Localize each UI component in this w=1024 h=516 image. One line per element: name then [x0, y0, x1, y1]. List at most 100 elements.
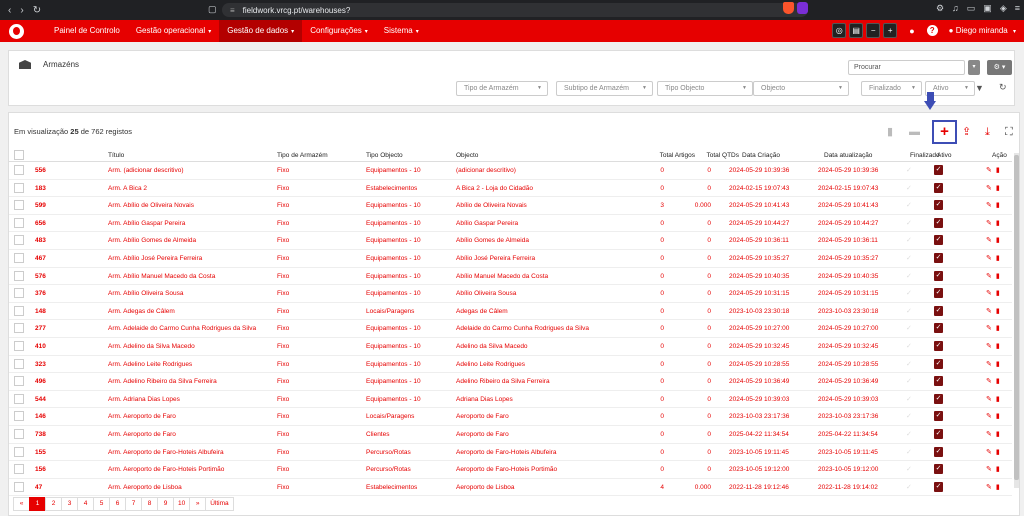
- delete-icon[interactable]: ▮: [996, 483, 1000, 491]
- row-id[interactable]: 146: [35, 413, 46, 420]
- table-row[interactable]: 576 Arm. Abílio Manuel Macedo da Costa Fix…: [9, 268, 1012, 286]
- filter-select-0[interactable]: Tipo de Armazém ▼: [456, 81, 548, 96]
- sidebar-icon[interactable]: ▭: [967, 3, 976, 14]
- row-title[interactable]: Arm. Abílio Oliveira Sousa: [108, 290, 184, 297]
- row-title[interactable]: Arm. Abílio Gaspar Pereira: [108, 220, 185, 227]
- row-checkbox[interactable]: [14, 165, 24, 175]
- row-id[interactable]: 483: [35, 237, 46, 244]
- row-id[interactable]: 738: [35, 431, 46, 438]
- table-row[interactable]: 47 Arm. Aeroporto de Lisboa Fixo Estabeleci…: [9, 479, 1012, 497]
- edit-icon[interactable]: ✎: [986, 201, 992, 209]
- menu-item-4[interactable]: Sistema ▾: [376, 20, 427, 42]
- row-checkbox[interactable]: [14, 288, 24, 299]
- edit-icon[interactable]: ✎: [986, 254, 992, 262]
- row-checkbox[interactable]: [14, 341, 24, 351]
- document-icon[interactable]: ▮: [887, 123, 893, 141]
- row-checkbox[interactable]: [14, 429, 24, 439]
- forward-icon[interactable]: ›: [20, 5, 23, 16]
- address-bar[interactable]: ≡ fieldwork.vrcg.pt/warehouses?: [222, 3, 808, 17]
- zoom-in-icon[interactable]: +: [883, 23, 898, 38]
- filter-select-4[interactable]: Finalizado ▼: [861, 81, 922, 96]
- row-title[interactable]: Arm. Adegas de Câlem: [108, 308, 175, 315]
- table-row[interactable]: 599 Arm. Abílio de Oliveira Novais Fixo Equ…: [9, 197, 1012, 215]
- delete-icon[interactable]: ▮: [996, 236, 1000, 244]
- active-checkbox[interactable]: ✓: [934, 429, 943, 439]
- delete-icon[interactable]: ▮: [996, 448, 1000, 456]
- edit-icon[interactable]: ✎: [986, 360, 992, 368]
- delete-icon[interactable]: ▮: [996, 272, 1000, 280]
- delete-icon[interactable]: ▮: [996, 307, 1000, 315]
- table-row[interactable]: 467 Arm. Abílio José Pereira Ferreira Fixo…: [9, 250, 1012, 268]
- row-title[interactable]: Arm. Aeroporto de Faro: [108, 413, 176, 420]
- active-checkbox[interactable]: ✓: [934, 165, 943, 175]
- fullscreen-icon[interactable]: ⛶: [1005, 123, 1013, 141]
- active-checkbox[interactable]: ✓: [934, 200, 943, 211]
- edit-icon[interactable]: ✎: [986, 166, 992, 174]
- page-next-button[interactable]: »: [189, 497, 207, 511]
- chat-icon[interactable]: ◎: [832, 23, 847, 38]
- filter-select-1[interactable]: Subtipo de Armazém ▼: [556, 81, 653, 96]
- menu-item-2[interactable]: Gestão de dados ▾: [219, 20, 303, 42]
- table-row[interactable]: 483 Arm. Abílio Gomes de Almeida Fixo Equip…: [9, 232, 1012, 250]
- column-header-2[interactable]: Tipo Objecto: [366, 152, 403, 159]
- row-title[interactable]: Arm. Abílio Gomes de Almeida: [108, 237, 196, 244]
- row-title[interactable]: Arm. Adelino da Silva Macedo: [108, 343, 195, 350]
- delete-icon[interactable]: ▮: [996, 324, 1000, 332]
- row-id[interactable]: 183: [35, 185, 46, 192]
- table-row[interactable]: 410 Arm. Adelino da Silva Macedo Fixo Equip…: [9, 338, 1012, 356]
- active-checkbox[interactable]: ✓: [934, 270, 943, 281]
- filter-select-2[interactable]: Tipo Objecto ▼: [657, 81, 753, 96]
- menu-item-3[interactable]: Configurações ▾: [302, 20, 376, 42]
- edit-icon[interactable]: ✎: [986, 236, 992, 244]
- page-last-button[interactable]: Última: [205, 497, 234, 511]
- media-icon[interactable]: ♫: [952, 3, 959, 14]
- table-row[interactable]: 155 Arm. Aeroporto de Faro-Hoteis Albufei…: [9, 444, 1012, 462]
- settings-button[interactable]: ⚙ ▾: [987, 60, 1012, 75]
- menu-icon[interactable]: ≡: [1015, 3, 1020, 14]
- extensions-icon[interactable]: ⚙: [936, 3, 944, 14]
- row-id[interactable]: 467: [35, 255, 46, 262]
- download-icon[interactable]: ⤓: [985, 123, 990, 141]
- row-checkbox[interactable]: [14, 182, 24, 193]
- edit-icon[interactable]: ✎: [986, 483, 992, 491]
- row-checkbox[interactable]: [14, 481, 24, 492]
- page-button-3[interactable]: 3: [61, 497, 78, 511]
- edit-icon[interactable]: ✎: [986, 219, 992, 227]
- active-checkbox[interactable]: ✓: [934, 393, 943, 404]
- row-checkbox[interactable]: [14, 323, 24, 334]
- page-button-5[interactable]: 5: [93, 497, 110, 511]
- row-id[interactable]: 376: [35, 290, 46, 297]
- refresh-icon[interactable]: ↻: [999, 82, 1007, 93]
- row-title[interactable]: Arm. Adriana Dias Lopes: [108, 396, 180, 403]
- delete-icon[interactable]: ▮: [996, 465, 1000, 473]
- edit-icon[interactable]: ✎: [986, 289, 992, 297]
- table-row[interactable]: 183 Arm. A Bica 2 Fixo Estabelecimentos A Bi…: [9, 180, 1012, 198]
- table-row[interactable]: 146 Arm. Aeroporto de Faro Fixo Locais/Para…: [9, 408, 1012, 426]
- row-title[interactable]: Arm. Aeroporto de Faro-Hoteis Portimão: [108, 466, 224, 473]
- brand-logo[interactable]: [9, 23, 24, 39]
- page-button-9[interactable]: 9: [157, 497, 174, 511]
- scrollbar[interactable]: [1014, 153, 1019, 488]
- delete-icon[interactable]: ▮: [996, 342, 1000, 350]
- delete-icon[interactable]: ▮: [996, 166, 1000, 174]
- edit-icon[interactable]: ✎: [986, 184, 992, 192]
- page-button-1[interactable]: 1: [29, 497, 46, 511]
- page-button-8[interactable]: 8: [141, 497, 158, 511]
- site-info-icon[interactable]: ≡: [230, 6, 235, 15]
- help-icon[interactable]: ?: [926, 25, 938, 36]
- row-checkbox[interactable]: [14, 270, 24, 281]
- column-header-10[interactable]: Ação: [992, 152, 1007, 159]
- edit-icon[interactable]: ✎: [986, 395, 992, 403]
- edit-icon[interactable]: ✎: [986, 307, 992, 315]
- delete-icon[interactable]: ▮: [996, 377, 1000, 385]
- row-id[interactable]: 323: [35, 361, 46, 368]
- search-input[interactable]: Procurar: [848, 60, 965, 75]
- column-header-7[interactable]: Data atualização: [824, 152, 872, 159]
- edit-icon[interactable]: ✎: [986, 272, 992, 280]
- delete-icon[interactable]: ▮: [996, 254, 1000, 262]
- table-row[interactable]: 656 Arm. Abílio Gaspar Pereira Fixo Equipam…: [9, 215, 1012, 233]
- edit-icon[interactable]: ✎: [986, 448, 992, 456]
- page-button-2[interactable]: 2: [45, 497, 62, 511]
- active-checkbox[interactable]: ✓: [934, 182, 943, 193]
- row-title[interactable]: Arm. (adicionar descritivo): [108, 167, 184, 174]
